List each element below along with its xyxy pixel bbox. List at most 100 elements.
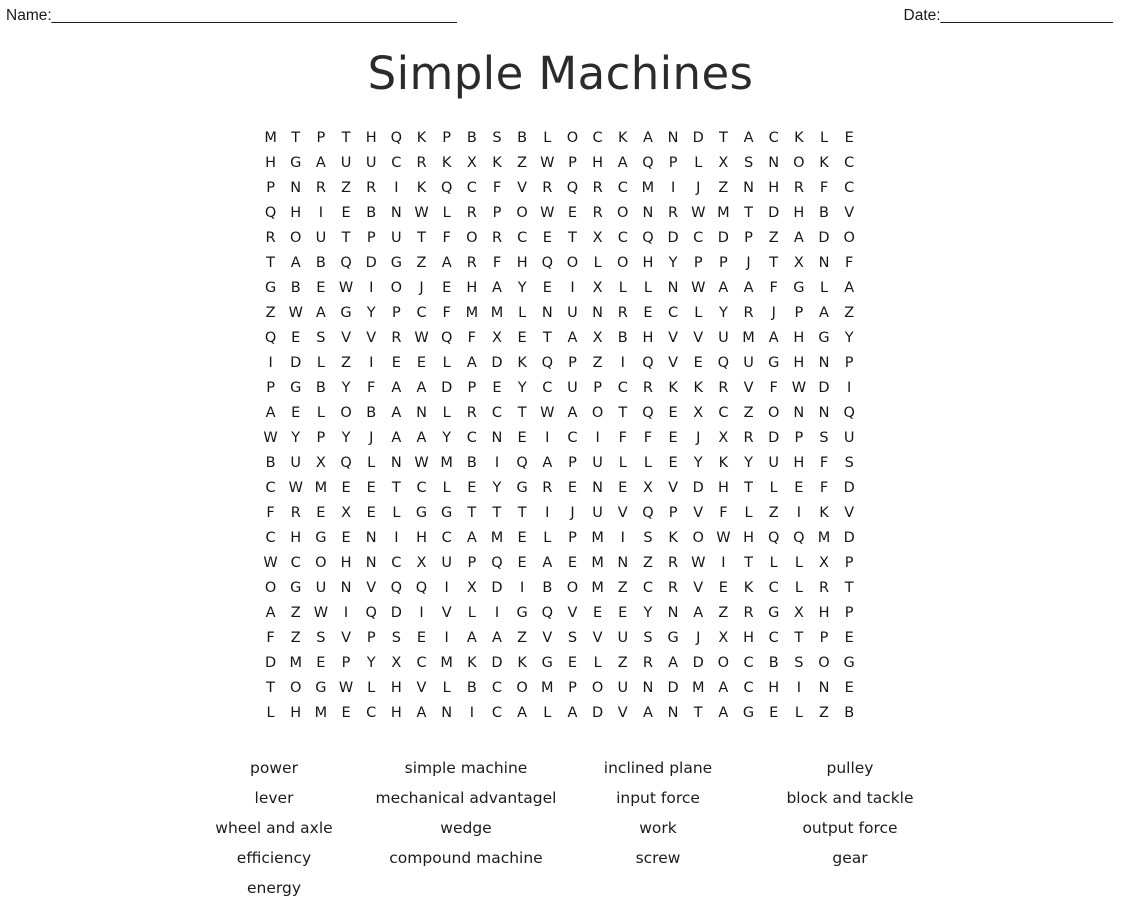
grid-cell[interactable]: Q <box>711 351 736 376</box>
grid-cell[interactable]: O <box>308 551 333 576</box>
grid-cell[interactable]: Z <box>761 226 786 251</box>
grid-cell[interactable]: N <box>484 426 509 451</box>
grid-cell[interactable]: E <box>384 351 409 376</box>
grid-cell[interactable]: X <box>585 226 610 251</box>
grid-cell[interactable]: Q <box>635 226 660 251</box>
grid-cell[interactable]: B <box>610 326 635 351</box>
grid-cell[interactable]: Y <box>736 451 761 476</box>
word-list-item[interactable]: work <box>562 813 754 843</box>
grid-cell[interactable]: O <box>610 201 635 226</box>
grid-cell[interactable]: Z <box>837 301 862 326</box>
grid-cell[interactable]: F <box>811 476 836 501</box>
grid-cell[interactable]: W <box>258 426 283 451</box>
grid-cell[interactable]: W <box>333 276 358 301</box>
grid-cell[interactable]: X <box>786 601 811 626</box>
grid-cell[interactable]: F <box>811 176 836 201</box>
grid-cell[interactable]: O <box>560 126 585 151</box>
grid-cell[interactable]: J <box>409 276 434 301</box>
grid-cell[interactable]: I <box>359 276 384 301</box>
grid-cell[interactable]: M <box>585 576 610 601</box>
grid-cell[interactable]: U <box>308 226 333 251</box>
grid-cell[interactable]: F <box>459 326 484 351</box>
grid-cell[interactable]: R <box>736 301 761 326</box>
grid-cell[interactable]: W <box>409 451 434 476</box>
grid-cell[interactable]: N <box>283 176 308 201</box>
grid-cell[interactable]: A <box>560 401 585 426</box>
grid-cell[interactable]: R <box>711 376 736 401</box>
grid-cell[interactable]: R <box>384 326 409 351</box>
grid-cell[interactable]: R <box>535 476 560 501</box>
grid-cell[interactable]: A <box>283 251 308 276</box>
grid-cell[interactable]: S <box>736 151 761 176</box>
grid-cell[interactable]: E <box>560 551 585 576</box>
grid-cell[interactable]: I <box>258 351 283 376</box>
grid-cell[interactable]: G <box>661 626 686 651</box>
grid-cell[interactable]: N <box>761 151 786 176</box>
grid-cell[interactable]: G <box>811 326 836 351</box>
grid-cell[interactable]: V <box>686 326 711 351</box>
grid-cell[interactable]: C <box>686 226 711 251</box>
grid-cell[interactable]: S <box>308 326 333 351</box>
grid-cell[interactable]: Y <box>359 301 384 326</box>
grid-cell[interactable]: D <box>761 201 786 226</box>
grid-cell[interactable]: M <box>484 526 509 551</box>
grid-cell[interactable]: N <box>585 476 610 501</box>
grid-cell[interactable]: Y <box>484 476 509 501</box>
grid-cell[interactable]: E <box>635 301 660 326</box>
grid-cell[interactable]: S <box>635 526 660 551</box>
grid-cell[interactable]: P <box>258 376 283 401</box>
grid-cell[interactable]: P <box>811 626 836 651</box>
grid-cell[interactable]: N <box>661 276 686 301</box>
grid-cell[interactable]: T <box>409 226 434 251</box>
grid-cell[interactable]: Q <box>560 176 585 201</box>
grid-cell[interactable]: O <box>510 676 535 701</box>
grid-cell[interactable]: O <box>560 576 585 601</box>
grid-cell[interactable]: E <box>333 476 358 501</box>
grid-cell[interactable]: Q <box>384 576 409 601</box>
grid-cell[interactable]: T <box>560 226 585 251</box>
grid-cell[interactable]: L <box>308 401 333 426</box>
grid-cell[interactable]: Q <box>333 451 358 476</box>
grid-cell[interactable]: A <box>736 276 761 301</box>
grid-cell[interactable]: V <box>837 201 862 226</box>
grid-cell[interactable]: M <box>484 301 509 326</box>
grid-cell[interactable]: R <box>258 226 283 251</box>
grid-cell[interactable]: J <box>560 501 585 526</box>
grid-cell[interactable]: C <box>736 676 761 701</box>
grid-cell[interactable]: W <box>686 551 711 576</box>
grid-cell[interactable]: J <box>686 426 711 451</box>
grid-cell[interactable]: Q <box>635 351 660 376</box>
grid-cell[interactable]: V <box>686 501 711 526</box>
grid-cell[interactable]: K <box>786 126 811 151</box>
grid-cell[interactable]: J <box>761 301 786 326</box>
grid-cell[interactable]: A <box>459 526 484 551</box>
grid-cell[interactable]: N <box>333 576 358 601</box>
grid-cell[interactable]: K <box>434 151 459 176</box>
grid-cell[interactable]: B <box>359 401 384 426</box>
grid-cell[interactable]: N <box>661 601 686 626</box>
grid-cell[interactable]: D <box>258 651 283 676</box>
grid-cell[interactable]: Y <box>711 301 736 326</box>
grid-cell[interactable]: A <box>711 701 736 726</box>
grid-cell[interactable]: H <box>384 701 409 726</box>
grid-cell[interactable]: R <box>610 301 635 326</box>
grid-cell[interactable]: R <box>786 176 811 201</box>
grid-cell[interactable]: X <box>308 451 333 476</box>
name-input-rule[interactable]: ________________________________________… <box>52 7 457 25</box>
grid-cell[interactable]: E <box>560 651 585 676</box>
grid-cell[interactable]: D <box>283 351 308 376</box>
grid-cell[interactable]: T <box>283 126 308 151</box>
grid-cell[interactable]: W <box>283 301 308 326</box>
grid-cell[interactable]: C <box>711 401 736 426</box>
grid-cell[interactable]: L <box>434 476 459 501</box>
grid-cell[interactable]: K <box>409 176 434 201</box>
grid-cell[interactable]: L <box>535 701 560 726</box>
grid-cell[interactable]: U <box>711 326 736 351</box>
grid-cell[interactable]: E <box>283 326 308 351</box>
grid-cell[interactable]: I <box>711 551 736 576</box>
grid-cell[interactable]: H <box>711 476 736 501</box>
grid-cell[interactable]: H <box>786 451 811 476</box>
grid-cell[interactable]: K <box>811 151 836 176</box>
grid-cell[interactable]: O <box>686 526 711 551</box>
grid-cell[interactable]: X <box>459 576 484 601</box>
